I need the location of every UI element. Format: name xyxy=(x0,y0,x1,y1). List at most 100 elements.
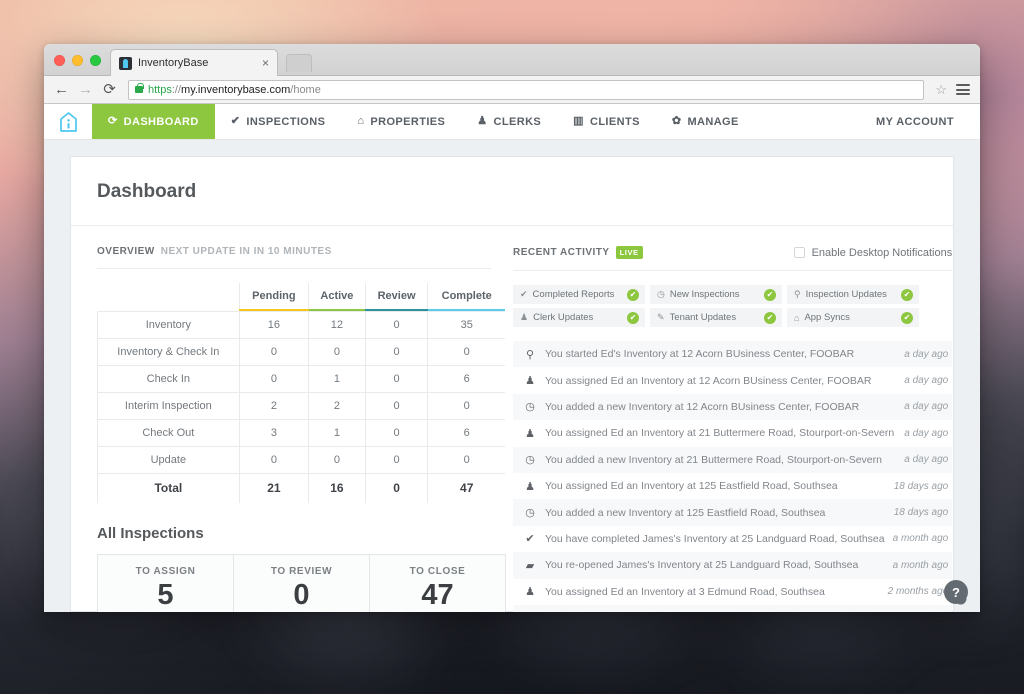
overview-cell: 2 xyxy=(239,393,308,420)
overview-row: Check Out3106 xyxy=(98,420,506,447)
activity-filter-chip[interactable]: ◷New Inspections✔ xyxy=(650,285,782,304)
lock-icon xyxy=(135,86,143,93)
inspection-tile[interactable]: TO ASSIGN 5 xyxy=(97,554,234,613)
activity-row[interactable]: ♟You assigned Ed an Inventory at 125 Eas… xyxy=(513,473,952,499)
url-scheme: https xyxy=(148,84,172,96)
nav-item-manage[interactable]: ✿ MANAGE xyxy=(656,104,755,139)
filter-toggle-check-icon[interactable]: ✔ xyxy=(627,289,639,301)
activity-filter-chips: ✔Completed Reports✔ ◷New Inspections✔ ⚲Ins… xyxy=(513,285,952,327)
nav-item-clients[interactable]: ▥ CLIENTS xyxy=(557,104,656,139)
activity-filter-chip[interactable]: ✎ Tenant Updates ✔ xyxy=(650,308,782,327)
activity-timestamp: 18 days ago xyxy=(886,507,949,518)
overview-row-label: Inventory xyxy=(98,312,240,339)
maximize-window-button[interactable] xyxy=(90,55,101,66)
menu-hamburger-icon[interactable] xyxy=(956,82,970,98)
overview-row: Update0000 xyxy=(98,447,506,474)
activity-row[interactable]: ♟You assigned yourself an Inventory at 3… xyxy=(513,605,952,612)
overview-cell: 0 xyxy=(365,447,428,474)
check-icon: ✔ xyxy=(231,116,241,127)
all-inspections-tiles: TO ASSIGN 5TO REVIEW0TO CLOSE47 xyxy=(97,554,505,613)
activity-text: You re-opened James's Inventory at 25 La… xyxy=(545,559,885,571)
new-tab-button[interactable] xyxy=(286,54,312,72)
nav-label-clerks: CLERKS xyxy=(494,116,542,128)
recent-activity-column: RECENT ACTIVITY LIVE Enable Desktop Noti… xyxy=(491,226,976,612)
activity-filter-chip[interactable]: ⌂App Syncs✔ xyxy=(787,308,919,327)
recent-activity-label: RECENT ACTIVITY xyxy=(513,247,610,258)
tile-label: TO ASSIGN xyxy=(98,566,233,577)
activity-filter-chip[interactable]: ♟ Clerk Updates ✔ xyxy=(513,308,645,327)
activity-row[interactable]: ✔You have completed James's Inventory at… xyxy=(513,526,952,552)
nav-item-my-account[interactable]: MY ACCOUNT xyxy=(860,104,980,139)
url-host: my.inventorybase.com xyxy=(181,84,290,96)
activity-text: You added a new Inventory at 12 Acorn BU… xyxy=(545,401,896,413)
overview-table-head: Pending Active Review Complete xyxy=(98,283,506,312)
url-separator: :// xyxy=(172,84,181,96)
activity-timestamp: 2 months ago xyxy=(880,586,949,597)
activity-row[interactable]: ⚲You started Ed's Inventory at 12 Acorn … xyxy=(513,341,952,367)
nav-item-inspections[interactable]: ✔ INSPECTIONS xyxy=(215,104,342,139)
inventorybase-logo[interactable] xyxy=(44,104,92,139)
nav-item-properties[interactable]: ⌂ PROPERTIES xyxy=(341,104,461,139)
browser-tab-strip: InventoryBase × xyxy=(44,44,980,76)
nav-label-my-account: MY ACCOUNT xyxy=(876,116,954,128)
filter-label: Clerk Updates xyxy=(533,312,622,323)
nav-item-clerks[interactable]: ♟ CLERKS xyxy=(461,104,557,139)
nav-item-dashboard[interactable]: ⟳ DASHBOARD xyxy=(92,104,215,139)
bookmark-star-icon[interactable]: ☆ xyxy=(935,82,947,98)
filter-icon: ♟ xyxy=(520,312,528,323)
activity-row[interactable]: ▰You re-opened James's Inventory at 25 L… xyxy=(513,552,952,578)
desktop-notifications-toggle[interactable]: Enable Desktop Notifications xyxy=(794,247,953,259)
filter-toggle-check-icon[interactable]: ✔ xyxy=(901,289,913,301)
overview-cell: 1 xyxy=(309,366,366,393)
page-title: Dashboard xyxy=(71,157,953,226)
activity-row[interactable]: ◷You added a new Inventory at 125 Eastfi… xyxy=(513,499,952,525)
overview-row: Interim Inspection2200 xyxy=(98,393,506,420)
overview-header-row: Pending Active Review Complete xyxy=(98,283,506,309)
activity-row[interactable]: ◷You added a new Inventory at 21 Butterm… xyxy=(513,447,952,473)
overview-row-label: Update xyxy=(98,447,240,474)
activity-timestamp: a day ago xyxy=(896,401,948,412)
close-tab-icon[interactable]: × xyxy=(256,56,269,70)
filter-icon: ✔ xyxy=(520,289,528,300)
help-button[interactable]: ? xyxy=(944,580,968,604)
overview-cell: 0 xyxy=(365,366,428,393)
tab-title: InventoryBase xyxy=(138,57,256,69)
overview-cell: 0 xyxy=(309,339,366,366)
activity-filter-chip[interactable]: ⚲Inspection Updates✔ xyxy=(787,285,919,304)
browser-tab[interactable]: InventoryBase × xyxy=(110,49,278,76)
forward-icon[interactable]: → xyxy=(78,82,93,97)
activity-row[interactable]: ♟You assigned Ed an Inventory at 12 Acor… xyxy=(513,367,952,393)
activity-filter-chip[interactable]: ✔Completed Reports✔ xyxy=(513,285,645,304)
minimize-window-button[interactable] xyxy=(72,55,83,66)
rule-pending xyxy=(239,309,308,312)
nav-label-clients: CLIENTS xyxy=(590,116,640,128)
filter-toggle-check-icon[interactable]: ✔ xyxy=(764,289,776,301)
back-icon[interactable]: ← xyxy=(54,82,69,97)
activity-row[interactable]: ◷You added a new Inventory at 12 Acorn B… xyxy=(513,394,952,420)
inspection-tile[interactable]: TO CLOSE47 xyxy=(369,554,506,613)
help-label: ? xyxy=(952,585,960,600)
filter-toggle-check-icon[interactable]: ✔ xyxy=(901,312,913,324)
dashboard-columns: OVERVIEW NEXT UPDATE IN IN 10 MINUTES Pe… xyxy=(71,226,953,612)
dashboard-card: Dashboard OVERVIEW NEXT UPDATE IN IN 10 … xyxy=(70,156,954,612)
activity-row[interactable]: ♟You assigned Ed an Inventory at 21 Butt… xyxy=(513,420,952,446)
notifications-checkbox[interactable] xyxy=(794,247,805,258)
filter-toggle-check-icon[interactable]: ✔ xyxy=(764,312,776,324)
filter-icon: ✎ xyxy=(657,312,665,323)
overview-cell: 16 xyxy=(239,312,308,339)
filter-toggle-check-icon[interactable]: ✔ xyxy=(627,312,639,324)
close-window-button[interactable] xyxy=(54,55,65,66)
inspection-tile[interactable]: TO REVIEW0 xyxy=(233,554,370,613)
overview-row-label: Interim Inspection xyxy=(98,393,240,420)
tile-label: TO REVIEW xyxy=(234,566,369,577)
url-text: https://my.inventorybase.com/home xyxy=(148,84,321,96)
tile-value: 5 xyxy=(98,581,233,610)
reload-icon[interactable]: ⟳ xyxy=(102,82,117,97)
overview-cell: 12 xyxy=(309,312,366,339)
gear-icon: ✿ xyxy=(672,116,682,127)
overview-col-pending: Pending xyxy=(239,283,308,309)
window-controls[interactable] xyxy=(54,55,101,66)
address-bar[interactable]: https://my.inventorybase.com/home xyxy=(128,80,924,100)
filter-label: Tenant Updates xyxy=(670,312,759,323)
activity-row[interactable]: ♟You assigned Ed an Inventory at 3 Edmun… xyxy=(513,579,952,605)
